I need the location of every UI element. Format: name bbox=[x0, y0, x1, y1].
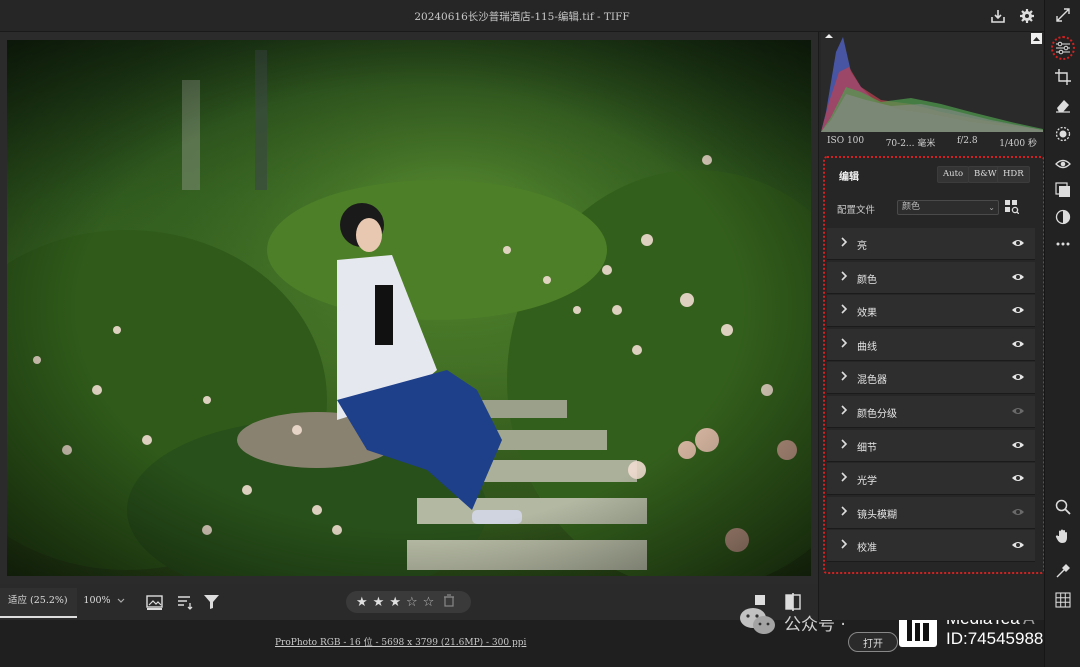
star-2[interactable]: ★ bbox=[373, 596, 385, 609]
watermark-id: ID:74545988 bbox=[946, 629, 1044, 648]
section-label: 光学 bbox=[857, 476, 877, 488]
gear-icon[interactable] bbox=[1017, 6, 1037, 26]
section-row[interactable]: 细节 bbox=[827, 429, 1035, 462]
profile-select[interactable]: 颜色 ⌄ bbox=[897, 200, 999, 215]
chevron-down-icon: ⌄ bbox=[988, 203, 995, 212]
snapshots-icon[interactable] bbox=[1054, 208, 1072, 226]
crop-icon[interactable] bbox=[1054, 68, 1072, 86]
chevron-right-icon bbox=[839, 438, 851, 452]
visibility-eye-icon[interactable] bbox=[1011, 506, 1025, 518]
photo-preview[interactable] bbox=[7, 40, 811, 576]
image-canvas[interactable] bbox=[0, 32, 818, 584]
hand-tool-icon[interactable] bbox=[1054, 527, 1072, 545]
chevron-right-icon bbox=[839, 404, 851, 418]
visibility-eye-icon[interactable] bbox=[1011, 237, 1025, 249]
zoom-dropdown-icon[interactable] bbox=[116, 594, 128, 610]
more-icon[interactable] bbox=[1054, 235, 1072, 253]
filter-icon[interactable] bbox=[203, 593, 221, 611]
chevron-right-icon bbox=[839, 270, 851, 284]
visibility-eye-icon[interactable] bbox=[1011, 271, 1025, 283]
zoom-tool-icon[interactable] bbox=[1054, 498, 1072, 516]
edit-side-panel: ISO 100 70-2... 毫米 f/2.8 1/400 秒 编辑 Auto… bbox=[818, 32, 1045, 620]
section-row[interactable]: 亮 bbox=[827, 228, 1035, 260]
section-label: 校准 bbox=[857, 543, 877, 555]
eraser-icon[interactable] bbox=[1054, 96, 1072, 114]
visibility-eye-icon[interactable] bbox=[1011, 371, 1025, 383]
zoom-100-button[interactable]: 100% bbox=[80, 588, 114, 618]
edit-panel-title: 编辑 bbox=[839, 172, 859, 183]
profile-select-value: 颜色 bbox=[902, 202, 921, 212]
chevron-right-icon bbox=[839, 337, 851, 351]
section-row[interactable]: 效果 bbox=[827, 295, 1035, 328]
tool-rail bbox=[1044, 0, 1080, 667]
filmstrip-icon[interactable] bbox=[146, 593, 164, 611]
section-label: 亮 bbox=[857, 241, 867, 252]
chevron-right-icon bbox=[839, 505, 851, 519]
visibility-eye-icon[interactable] bbox=[1011, 472, 1025, 484]
wechat-icon bbox=[738, 606, 778, 639]
visibility-eye-icon[interactable] bbox=[1011, 539, 1025, 551]
histogram[interactable] bbox=[821, 32, 1043, 132]
chevron-right-icon bbox=[839, 370, 851, 384]
visibility-eye-icon[interactable] bbox=[1011, 304, 1025, 316]
section-label: 细节 bbox=[857, 442, 877, 454]
chevron-right-icon bbox=[839, 236, 851, 250]
sort-icon[interactable] bbox=[176, 593, 194, 611]
save-icon[interactable] bbox=[988, 6, 1008, 26]
bottom-toolbar: 适应 (25.2%) 100% ★ ★ ★ ☆ ☆ bbox=[0, 584, 818, 620]
visibility-eye-icon[interactable] bbox=[1011, 338, 1025, 350]
section-label: 颜色分级 bbox=[857, 409, 897, 420]
profile-label: 配置文件 bbox=[837, 205, 876, 216]
star-3[interactable]: ★ bbox=[389, 596, 401, 609]
window-title: 20240616长沙普瑞酒店-115-编辑.tif - TIFF bbox=[414, 11, 630, 23]
zoom-fit-button[interactable]: 适应 (25.2%) bbox=[0, 588, 77, 618]
section-label: 混色器 bbox=[857, 375, 887, 387]
profile-browser-icon[interactable] bbox=[1005, 200, 1020, 215]
grid-overlay-icon[interactable] bbox=[1054, 591, 1072, 609]
presets-icon[interactable] bbox=[1054, 181, 1072, 199]
visibility-eye-icon[interactable] bbox=[1011, 439, 1025, 451]
section-row[interactable]: 颜色 bbox=[827, 261, 1035, 294]
chevron-right-icon bbox=[839, 303, 851, 317]
star-4[interactable]: ☆ bbox=[406, 596, 418, 609]
section-label: 颜色 bbox=[857, 274, 877, 286]
shutter-value: 1/400 秒 bbox=[999, 139, 1037, 149]
auto-button[interactable]: Auto bbox=[937, 166, 970, 183]
visibility-eye-icon[interactable] bbox=[1011, 405, 1025, 417]
chevron-right-icon bbox=[839, 471, 851, 485]
star-rating[interactable]: ★ ★ ★ ☆ ☆ bbox=[346, 591, 471, 613]
title-bar: 20240616长沙普瑞酒店-115-编辑.tif - TIFF bbox=[0, 0, 1044, 32]
section-row[interactable]: 曲线 bbox=[827, 328, 1035, 361]
section-row[interactable]: 颜色分级 bbox=[827, 396, 1035, 428]
open-button[interactable]: 打开 bbox=[848, 632, 898, 652]
section-row[interactable]: 校准 bbox=[827, 530, 1035, 563]
section-label: 镜头模糊 bbox=[857, 509, 897, 521]
iso-value: ISO 100 bbox=[827, 136, 865, 146]
trash-icon[interactable] bbox=[443, 594, 455, 610]
hdr-button[interactable]: HDR bbox=[997, 166, 1030, 183]
red-eye-icon[interactable] bbox=[1054, 155, 1072, 173]
section-row[interactable]: 光学 bbox=[827, 463, 1035, 496]
section-row[interactable]: 镜头模糊 bbox=[827, 496, 1035, 529]
fullscreen-icon[interactable] bbox=[1054, 6, 1072, 24]
section-label: 效果 bbox=[857, 308, 877, 320]
star-5[interactable]: ☆ bbox=[423, 596, 435, 609]
aperture-value: f/2.8 bbox=[956, 136, 978, 146]
eyedropper-icon[interactable] bbox=[1054, 562, 1072, 580]
exif-info: ISO 100 70-2... 毫米 f/2.8 1/400 秒 bbox=[821, 136, 1043, 152]
mask-icon[interactable] bbox=[1054, 125, 1072, 143]
edit-sliders-icon[interactable] bbox=[1054, 39, 1072, 57]
section-row[interactable]: 混色器 bbox=[827, 362, 1035, 395]
file-info-link[interactable]: ProPhoto RGB - 16 位 - 5698 x 3799 (21.6M… bbox=[275, 635, 526, 648]
lens-value: 70-2... 毫米 bbox=[885, 139, 936, 149]
section-label: 曲线 bbox=[857, 341, 877, 353]
edit-panel: 编辑 Auto B&W HDR 配置文件 颜色 ⌄ 亮颜色 效果 曲线 混色器 颜色分级… bbox=[823, 156, 1045, 574]
status-bar: ProPhoto RGB - 16 位 - 5698 x 3799 (21.6M… bbox=[0, 620, 1044, 667]
star-1[interactable]: ★ bbox=[356, 596, 368, 609]
chevron-right-icon bbox=[839, 538, 851, 552]
